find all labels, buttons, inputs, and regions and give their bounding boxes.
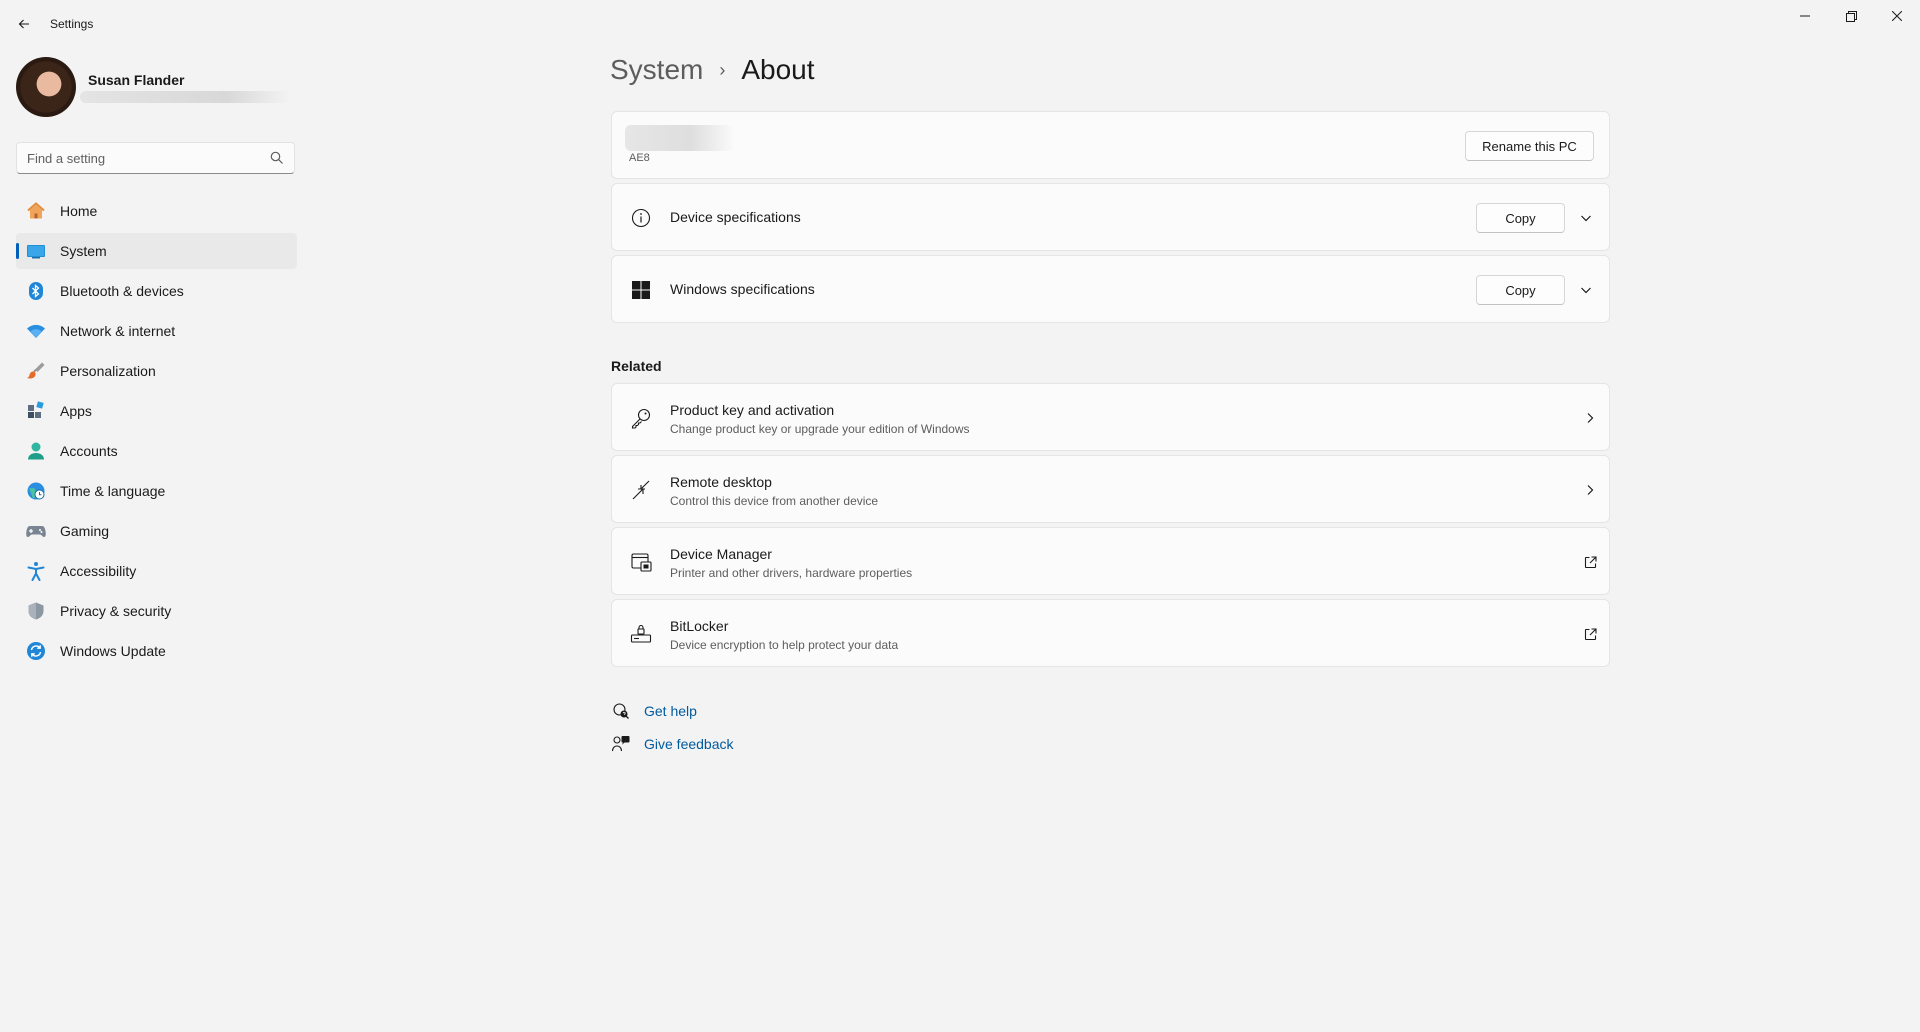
give-feedback-label: Give feedback: [644, 736, 734, 752]
sidebar-item-apps[interactable]: Apps: [16, 393, 297, 429]
rel-description: Device encryption to help protect your d…: [670, 638, 899, 652]
sidebar-item-label: Privacy & security: [60, 603, 172, 619]
copy-device-specs-button[interactable]: Copy: [1476, 203, 1565, 233]
pc-name-card: AE8 Rename this PC: [611, 111, 1610, 179]
rel-description: Control this device from another device: [670, 494, 879, 508]
copy-windows-specs-button[interactable]: Copy: [1476, 275, 1565, 305]
globe-clock-icon: [26, 481, 46, 501]
shield-icon: [26, 601, 46, 621]
device-manager-icon: [629, 550, 653, 574]
avatar: [16, 57, 76, 117]
user-email-redacted: [80, 91, 290, 103]
sidebar-item-home[interactable]: Home: [16, 193, 297, 229]
sidebar-item-bluetooth[interactable]: Bluetooth & devices: [16, 273, 297, 309]
rel-title: BitLocker: [670, 618, 729, 634]
sidebar-item-accounts[interactable]: Accounts: [16, 433, 297, 469]
minimize-button[interactable]: [1782, 0, 1828, 32]
restore-button[interactable]: [1828, 0, 1874, 32]
sidebar-nav: Home System Bluetooth & devices Network …: [16, 193, 297, 673]
get-help-link[interactable]: Get help: [611, 701, 697, 721]
rename-pc-button[interactable]: Rename this PC: [1465, 131, 1594, 161]
remote-desktop-link[interactable]: Remote desktop Control this device from …: [611, 455, 1610, 523]
windows-specifications-card[interactable]: Windows specifications Copy: [611, 255, 1610, 323]
external-link-icon: [1582, 626, 1598, 642]
device-specifications-title: Device specifications: [670, 209, 801, 225]
pc-name-redacted: [625, 125, 735, 151]
title-bar: Settings: [0, 0, 1920, 48]
windows-logo-icon: [629, 278, 653, 302]
get-help-label: Get help: [644, 703, 697, 719]
sidebar-item-gaming[interactable]: Gaming: [16, 513, 297, 549]
sidebar-item-label: System: [60, 243, 107, 259]
restore-icon: [1845, 10, 1857, 22]
rel-description: Change product key or upgrade your editi…: [670, 422, 970, 436]
back-arrow-icon: [18, 19, 29, 29]
sidebar-item-windows-update[interactable]: Windows Update: [16, 633, 297, 669]
close-button[interactable]: [1874, 0, 1920, 32]
minimize-icon: [1800, 15, 1810, 17]
user-profile[interactable]: Susan Flander: [16, 57, 296, 117]
sidebar-item-label: Time & language: [60, 483, 166, 499]
sidebar-item-personalization[interactable]: Personalization: [16, 353, 297, 389]
search-icon[interactable]: [270, 151, 284, 165]
bitlocker-icon: [629, 622, 653, 646]
breadcrumb-separator: ›: [719, 59, 726, 80]
breadcrumb: System › About: [610, 54, 815, 86]
windows-specifications-title: Windows specifications: [670, 281, 815, 297]
rel-title: Product key and activation: [670, 402, 835, 418]
sidebar-item-label: Network & internet: [60, 323, 176, 339]
chevron-down-icon[interactable]: [1578, 210, 1594, 226]
chevron-right-icon: [1582, 410, 1598, 426]
accounts-icon: [26, 441, 46, 461]
info-icon: [629, 206, 653, 230]
wifi-icon: [26, 321, 46, 341]
pc-model: AE8: [629, 152, 650, 164]
sidebar-item-privacy-security[interactable]: Privacy & security: [16, 593, 297, 629]
rel-title: Remote desktop: [670, 474, 772, 490]
device-manager-link[interactable]: Device Manager Printer and other drivers…: [611, 527, 1610, 595]
search-input[interactable]: [27, 143, 257, 173]
related-heading: Related: [611, 358, 662, 374]
bitlocker-link[interactable]: BitLocker Device encryption to help prot…: [611, 599, 1610, 667]
sidebar-item-time-language[interactable]: Time & language: [16, 473, 297, 509]
sidebar-item-label: Personalization: [60, 363, 156, 379]
give-feedback-link[interactable]: Give feedback: [611, 734, 734, 754]
bluetooth-icon: [26, 281, 46, 301]
gamepad-icon: [26, 521, 46, 541]
sidebar-item-label: Accounts: [60, 443, 118, 459]
sidebar-item-label: Gaming: [60, 523, 110, 539]
accessibility-icon: [26, 561, 46, 581]
sidebar-item-accessibility[interactable]: Accessibility: [16, 553, 297, 589]
device-specifications-card[interactable]: Device specifications Copy: [611, 183, 1610, 251]
product-key-activation-link[interactable]: Product key and activation Change produc…: [611, 383, 1610, 451]
rel-description: Printer and other drivers, hardware prop…: [670, 566, 913, 580]
app-title: Settings: [50, 17, 94, 31]
breadcrumb-parent[interactable]: System: [610, 54, 703, 86]
sidebar-item-label: Apps: [60, 403, 92, 419]
close-icon: [1892, 11, 1902, 21]
chevron-down-icon[interactable]: [1578, 282, 1594, 298]
sync-icon: [26, 641, 46, 661]
search-box: [16, 142, 295, 174]
brush-icon: [26, 361, 46, 381]
system-icon: [26, 241, 46, 261]
remote-desktop-icon: [629, 478, 653, 502]
sidebar-item-label: Bluetooth & devices: [60, 283, 184, 299]
apps-icon: [26, 401, 46, 421]
sidebar-item-network[interactable]: Network & internet: [16, 313, 297, 349]
home-icon: [26, 201, 46, 221]
sidebar-item-label: Windows Update: [60, 643, 166, 659]
external-link-icon: [1582, 554, 1598, 570]
feedback-icon: [611, 734, 631, 754]
sidebar-item-label: Home: [60, 203, 98, 219]
user-name: Susan Flander: [88, 72, 185, 88]
get-help-icon: [611, 701, 631, 721]
rel-title: Device Manager: [670, 546, 772, 562]
page-title: About: [741, 54, 815, 85]
sidebar-item-system[interactable]: System: [16, 233, 297, 269]
sidebar-item-label: Accessibility: [60, 563, 137, 579]
chevron-right-icon: [1582, 482, 1598, 498]
back-button[interactable]: [12, 10, 36, 38]
key-icon: [629, 406, 653, 430]
